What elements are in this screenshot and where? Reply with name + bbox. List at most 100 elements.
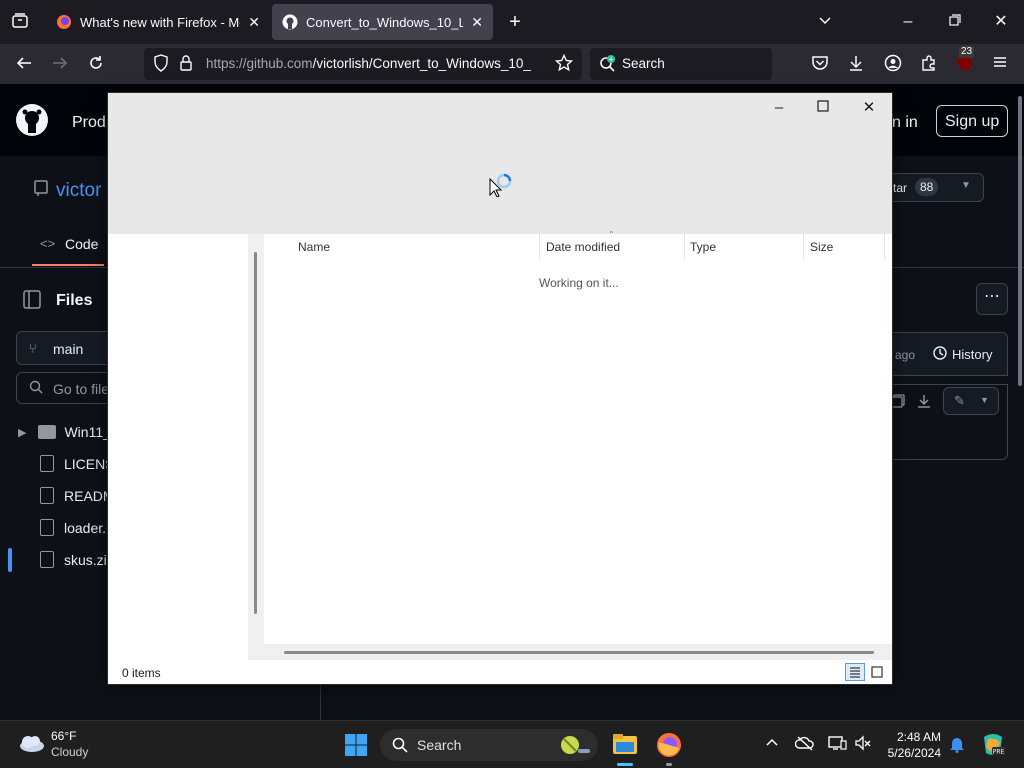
taskbar-search-box[interactable]: Search [380,729,598,761]
column-header-type[interactable]: Type [690,240,716,254]
tree-item-label: Win11_ [64,424,111,440]
tab-title: Convert_to_Windows_10_LTSC [306,14,464,30]
dialog-close-icon[interactable]: ✕ [854,97,884,119]
page-scrollbar[interactable] [1018,96,1022,386]
tree-item-file[interactable]: LICENS [40,455,115,472]
forward-icon[interactable] [50,54,70,78]
url-text: https://github.com/victorlish/Convert_to… [206,56,544,71]
weather-icon[interactable] [16,731,46,760]
tab-bar: What's new with Firefox - More ✕ Convert… [0,0,1024,44]
dialog-maximize-icon[interactable] [808,97,838,119]
tree-item-file[interactable]: loader.b [40,519,114,536]
repo-icon [34,180,48,201]
url-host: https://github.com [206,56,313,71]
star-dropdown-icon[interactable]: ▼ [961,180,971,191]
new-tab-icon[interactable]: + [505,12,525,32]
account-icon[interactable] [883,54,903,78]
tree-item-label: READM [64,487,115,504]
column-header-size[interactable]: Size [810,240,833,254]
tab-firefox-whats-new[interactable]: What's new with Firefox - More ✕ [46,4,270,40]
column-header-name[interactable]: Name [298,240,330,254]
onedrive-offline-icon[interactable] [794,735,815,757]
product-nav-link[interactable]: Prod [72,114,106,132]
scrollbar-thumb[interactable] [284,651,874,654]
edit-button[interactable]: ✎ ▼ [943,387,999,415]
downloads-icon[interactable] [846,54,866,78]
clock-date: 5/26/2024 [887,746,941,760]
column-separator[interactable] [539,234,540,260]
more-options-button[interactable]: ⋯ [976,283,1008,315]
app-menu-icon[interactable] [990,54,1010,76]
lock-icon[interactable] [178,54,194,78]
svg-text:PRE: PRE [993,749,1005,756]
scrollbar-thumb[interactable] [254,252,257,614]
details-view-icon[interactable] [845,663,865,681]
close-window-icon[interactable]: ✕ [991,12,1011,32]
files-heading: Files [56,292,93,309]
commit-box: ago History [880,332,1008,376]
volume-muted-icon[interactable] [853,735,873,757]
horizontal-scrollbar[interactable] [264,644,892,660]
search-icon [392,737,408,758]
history-link[interactable]: History [952,347,992,362]
list-all-tabs-icon[interactable] [815,12,835,34]
file-explorer-taskbar-icon[interactable] [612,732,638,761]
system-clock[interactable]: 2:48 AM 5/26/2024 [888,729,941,761]
sign-in-link[interactable]: n in [892,114,918,132]
extensions-icon[interactable] [919,54,939,78]
tree-item-folder[interactable]: ▶ Win11_ [18,424,111,440]
star-count: 88 [915,178,939,196]
back-icon[interactable] [14,54,34,78]
tab-github-repo[interactable]: Convert_to_Windows_10_LTSC ✕ [272,4,493,40]
search-bar[interactable]: + Search [590,48,772,80]
file-actions-bar: ✎ ▼ [880,384,1008,460]
tree-item-file[interactable]: READM [40,487,115,504]
search-placeholder: Search [622,56,665,71]
large-icons-view-icon[interactable] [867,663,887,681]
dialog-minimize-icon[interactable]: – [764,97,794,119]
branch-name: main [53,341,84,357]
show-hidden-icons-icon[interactable] [764,735,780,755]
repo-owner-link[interactable]: victor [56,180,101,202]
tree-item-file-selected[interactable]: skus.zip [40,551,115,568]
dialog-command-area: – ✕ [108,93,892,234]
navigation-pane[interactable] [108,234,248,660]
column-separator[interactable] [803,234,804,260]
navigation-scrollbar[interactable] [248,234,264,660]
pencil-icon: ✎ [954,393,965,408]
github-logo-icon[interactable] [16,104,48,141]
copilot-icon[interactable]: PRE [980,733,1006,762]
minimize-icon[interactable]: – [898,12,918,32]
column-separator[interactable] [884,234,885,260]
tab-code[interactable]: Code [65,236,98,252]
weather-temperature[interactable]: 66°F [51,729,76,743]
url-path: /victorlish/Convert_to_Windows_10_ [312,56,531,71]
close-tab-icon[interactable]: ✕ [471,14,483,31]
reload-icon[interactable] [86,54,106,78]
copy-icon[interactable] [891,394,905,413]
ublock-origin-icon[interactable]: 23 [955,46,975,78]
close-tab-icon[interactable]: ✕ [248,14,260,31]
pocket-icon[interactable] [810,54,830,78]
svg-text:+: + [608,56,614,64]
start-windows-icon[interactable] [344,733,368,762]
bookmark-star-icon[interactable] [554,53,574,78]
column-separator[interactable] [684,234,685,260]
restore-icon[interactable] [945,12,965,32]
column-header-date-modified[interactable]: Date modified [546,240,620,254]
history-icon [932,345,948,366]
file-list[interactable]: ⌃ Name Date modified Type Size Working o… [264,230,892,660]
code-icon: <> [40,236,56,251]
sidebar-toggle-icon[interactable] [16,288,48,317]
selected-item-indicator [8,548,12,572]
download-raw-icon[interactable] [917,394,931,413]
notification-bell-icon[interactable] [947,735,967,759]
address-bar[interactable]: https://github.com/victorlish/Convert_to… [144,48,582,80]
star-button[interactable]: tar 88 ▼ [880,173,984,202]
tab-overview-icon[interactable] [10,12,30,36]
tracking-protection-icon[interactable] [152,54,170,78]
network-display-icon[interactable] [827,735,847,757]
firefox-taskbar-icon[interactable] [656,732,682,763]
sign-up-button[interactable]: Sign up [936,105,1008,137]
weather-description[interactable]: Cloudy [51,745,88,759]
